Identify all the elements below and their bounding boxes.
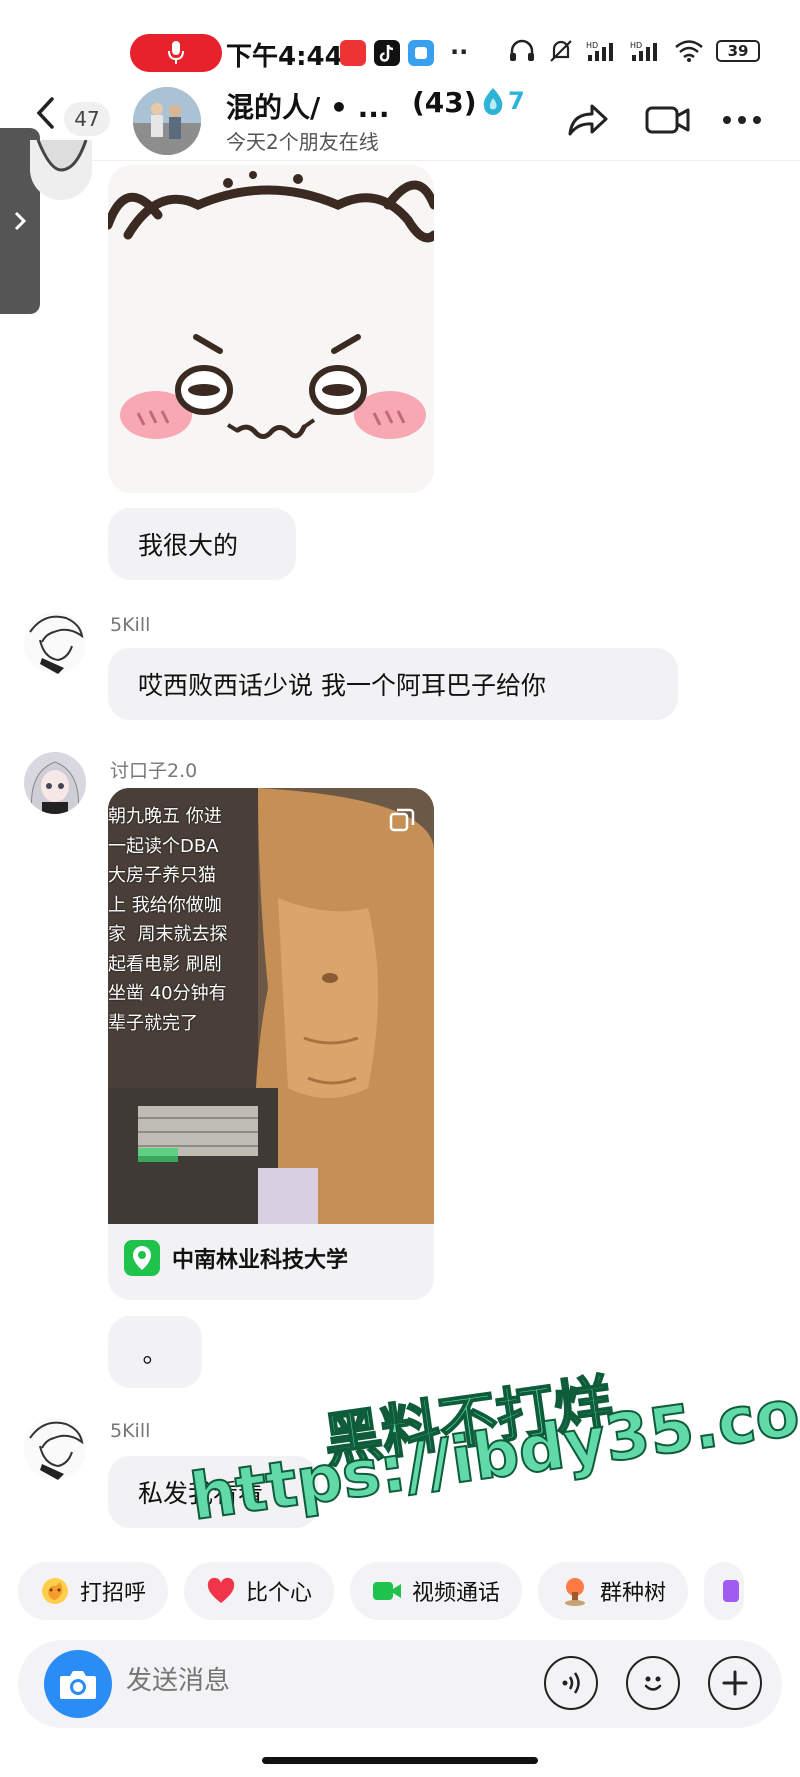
more-options-button[interactable]	[718, 98, 766, 142]
share-arrow-icon	[568, 104, 608, 136]
online-status: 今天2个朋友在线	[226, 130, 379, 154]
wave-hand-icon	[40, 1576, 70, 1606]
message-bubble[interactable]: 。	[108, 1316, 202, 1388]
plus-icon	[722, 1670, 748, 1696]
voice-wave-icon	[562, 1672, 580, 1694]
fire-count: 7	[508, 87, 525, 115]
status-bar: 下午4:44 ·· HD HD 39	[0, 0, 800, 72]
svg-text:HD: HD	[586, 41, 598, 50]
location-tag[interactable]: 中南林业科技大学	[124, 1240, 348, 1276]
multi-image-icon	[389, 808, 415, 832]
system-icons: HD HD 39	[508, 38, 760, 64]
group-avatar[interactable]	[133, 87, 201, 155]
home-indicator[interactable]	[262, 1757, 538, 1764]
fire-streak: 7	[480, 86, 525, 116]
water-drop-icon	[483, 88, 503, 115]
location-pin-icon	[124, 1240, 160, 1276]
red-app-icon	[340, 40, 366, 66]
member-count: (43)	[412, 86, 477, 119]
sender-name: 5Kill	[110, 614, 151, 636]
voice-button[interactable]	[544, 1656, 598, 1710]
sticker-message[interactable]	[108, 165, 434, 493]
message-input-bar	[18, 1640, 782, 1728]
share-button[interactable]	[564, 98, 612, 142]
battery-indicator: 39	[716, 40, 760, 62]
sender-avatar-taokouzi[interactable]	[24, 752, 86, 814]
quick-action-heart[interactable]: 比个心	[184, 1562, 335, 1620]
camera-icon	[60, 1671, 96, 1699]
tiktok-icon	[374, 40, 400, 66]
add-button[interactable]	[708, 1656, 762, 1710]
video-call-icon	[372, 1576, 402, 1606]
svg-text:HD: HD	[630, 41, 642, 50]
heart-icon	[206, 1576, 236, 1606]
sender-name: 讨口子2.0	[110, 760, 198, 782]
video-call-button[interactable]	[644, 98, 692, 142]
signal-hd-icon-1: HD	[586, 41, 613, 61]
more-notifications: ··	[450, 38, 469, 66]
cartoon-face-sticker	[108, 165, 434, 493]
sender-avatar-partial[interactable]	[30, 140, 92, 200]
signal-hd-icon-2: HD	[630, 41, 657, 61]
quick-action-video-call[interactable]: 视频通话	[350, 1562, 523, 1620]
sender-name: 5Kill	[110, 1420, 151, 1442]
message-bubble[interactable]: 哎西败西话少说 我一个阿耳巴子给你	[108, 648, 678, 720]
chevron-left-icon	[36, 97, 54, 129]
location-name: 中南林业科技大学	[172, 1248, 349, 1273]
message-bubble[interactable]: 我很大的	[108, 508, 296, 580]
quick-actions-row: 打招呼 比个心 视频通话 群种树	[18, 1562, 745, 1620]
video-message-card[interactable]: 朝九晚五 你进 一起读个DBA 大房子养只猫 上 我给你做咖 家 周末就去探 起…	[108, 788, 434, 1300]
wifi-icon	[675, 40, 703, 62]
recording-indicator[interactable]	[130, 34, 222, 72]
smiley-icon	[644, 1676, 662, 1691]
message-input[interactable]	[126, 1666, 426, 1696]
sender-avatar-5kill[interactable]	[24, 1418, 86, 1480]
quick-action-more[interactable]	[704, 1562, 745, 1620]
quick-action-plant-tree[interactable]: 群种树	[538, 1562, 689, 1620]
more-dots-icon	[723, 116, 761, 124]
sender-avatar-5kill[interactable]	[24, 612, 86, 674]
status-time: 下午4:44	[226, 42, 343, 72]
mic-icon	[168, 41, 184, 64]
tree-icon	[560, 1576, 590, 1606]
group-name[interactable]: 混的人/ • ...	[226, 86, 390, 126]
video-overlay-text: 朝九晚五 你进 一起读个DBA 大房子养只猫 上 我给你做咖 家 周末就去探 起…	[108, 806, 228, 1034]
unread-count-badge[interactable]: 47	[64, 102, 110, 136]
purple-app-icon	[718, 1576, 744, 1606]
blue-app-icon	[408, 40, 434, 66]
bell-muted-icon	[550, 40, 572, 62]
video-thumbnail[interactable]: 朝九晚五 你进 一起读个DBA 大房子养只猫 上 我给你做咖 家 周末就去探 起…	[108, 788, 434, 1224]
chevron-right-icon	[14, 211, 27, 231]
camera-button[interactable]	[44, 1650, 112, 1718]
emoji-button[interactable]	[626, 1656, 680, 1710]
headphones-icon	[510, 39, 534, 61]
quick-action-greet[interactable]: 打招呼	[18, 1562, 169, 1620]
video-camera-icon	[645, 106, 690, 134]
